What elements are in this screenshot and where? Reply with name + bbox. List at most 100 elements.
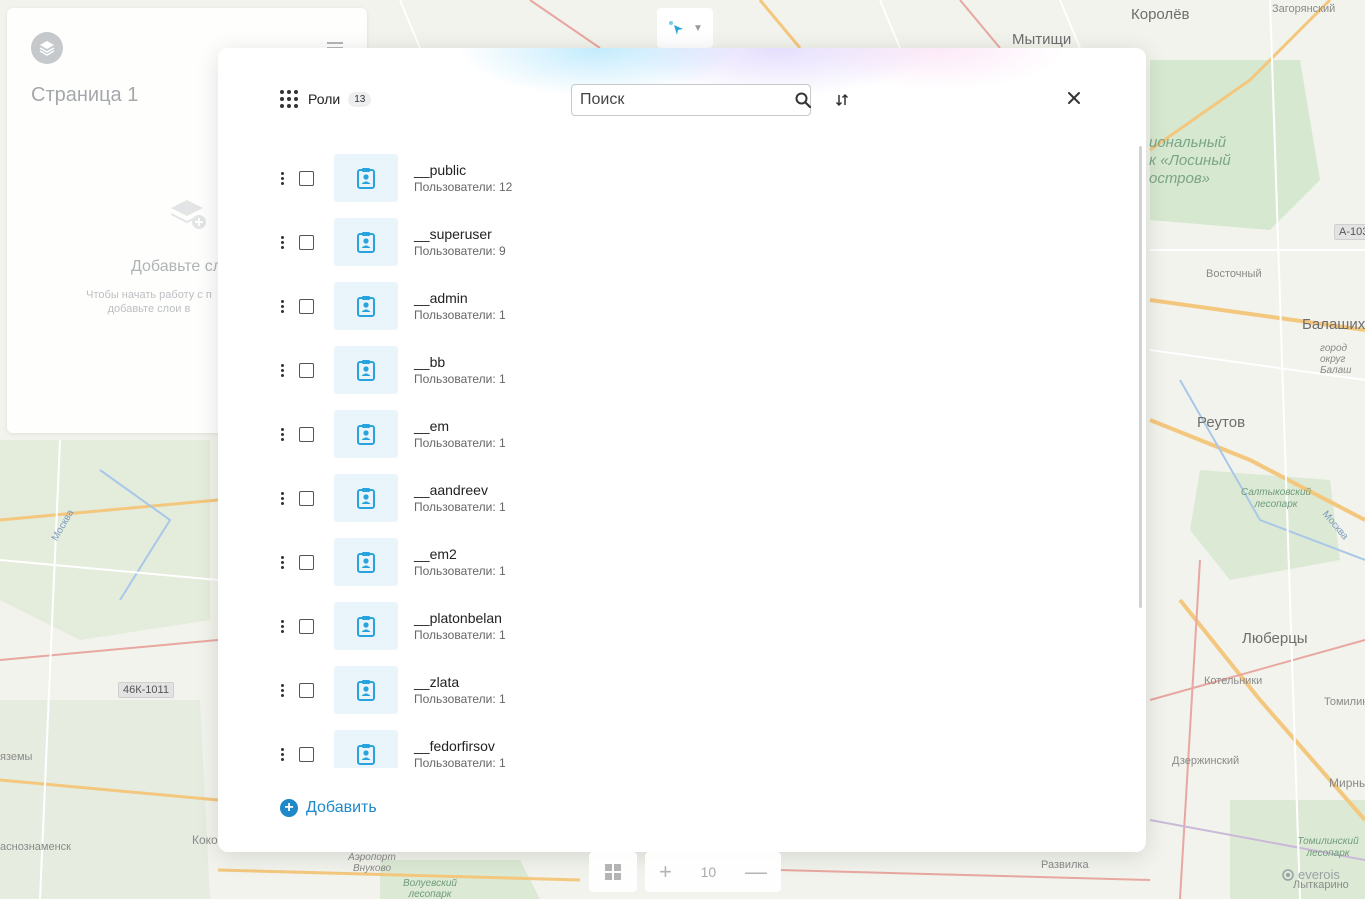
role-checkbox[interactable] xyxy=(299,746,314,762)
role-users-count: Пользователи: 1 xyxy=(414,692,506,706)
role-users-count: Пользователи: 9 xyxy=(414,244,506,258)
role-name: __superuser xyxy=(414,226,492,242)
roles-dialog: Роли 13 __public Пользователи: 12 __superu… xyxy=(218,48,1146,852)
close-icon[interactable] xyxy=(1064,88,1084,108)
apps-grid-icon xyxy=(280,90,298,108)
more-vertical-icon[interactable] xyxy=(270,358,294,382)
roles-list[interactable]: __public Пользователи: 12 __superuser Польз… xyxy=(270,146,1130,768)
road-badge: 46К-1011 xyxy=(118,682,174,698)
more-vertical-icon[interactable] xyxy=(270,742,294,766)
search-field xyxy=(571,84,811,116)
role-row[interactable]: __bb Пользователи: 1 xyxy=(270,338,1090,402)
road-badge: А-103 xyxy=(1334,224,1365,240)
grid-view-button[interactable] xyxy=(589,852,637,892)
role-info: __platonbelan Пользователи: 1 xyxy=(414,609,506,643)
dialog-title-group: Роли 13 xyxy=(280,90,372,108)
role-row[interactable]: __em Пользователи: 1 xyxy=(270,402,1090,466)
attribution-logo-icon xyxy=(1282,868,1294,881)
zoom-control: + 10 — xyxy=(645,852,781,892)
add-role-button[interactable]: + Добавить xyxy=(280,799,377,817)
role-name: __platonbelan xyxy=(414,610,502,626)
map-park-label: Томилинский лесопарк xyxy=(1297,836,1359,859)
role-row[interactable]: __em2 Пользователи: 1 xyxy=(270,530,1090,594)
role-info: __zlata Пользователи: 1 xyxy=(414,673,506,707)
dialog-title: Роли xyxy=(308,91,341,107)
search-icon[interactable] xyxy=(795,85,811,115)
role-checkbox[interactable] xyxy=(299,554,314,570)
map-park-label: город округ Балаш xyxy=(1320,343,1352,376)
more-vertical-icon[interactable] xyxy=(270,614,294,638)
role-users-count: Пользователи: 1 xyxy=(414,436,506,450)
map-label: Развилка xyxy=(1041,859,1089,871)
role-info: __em2 Пользователи: 1 xyxy=(414,545,506,579)
role-row[interactable]: __public Пользователи: 12 xyxy=(270,146,1090,210)
role-checkbox[interactable] xyxy=(299,170,314,186)
role-row[interactable]: __fedorfirsov Пользователи: 1 xyxy=(270,722,1090,768)
role-checkbox[interactable] xyxy=(299,298,314,314)
more-vertical-icon[interactable] xyxy=(270,486,294,510)
map-label: Томилино xyxy=(1324,696,1365,708)
select-tool-dropdown[interactable]: ▼ xyxy=(657,8,713,48)
role-checkbox[interactable] xyxy=(299,426,314,442)
role-info: __bb Пользователи: 1 xyxy=(414,353,506,387)
role-users-count: Пользователи: 12 xyxy=(414,180,513,194)
list-scrollbar[interactable] xyxy=(1139,146,1142,608)
map-label: Королёв xyxy=(1131,6,1190,23)
map-label: Реутов xyxy=(1197,414,1246,431)
add-role-label: Добавить xyxy=(306,799,377,816)
more-vertical-icon[interactable] xyxy=(270,294,294,318)
map-park-label: Волуевский лесопарк xyxy=(403,878,457,899)
role-users-count: Пользователи: 1 xyxy=(414,628,506,642)
map-label: Мытищи xyxy=(1012,31,1072,48)
zoom-level: 10 xyxy=(700,864,717,880)
role-name: __public xyxy=(414,162,467,178)
map-park-label: Аэропорт Внуково xyxy=(348,852,396,874)
more-vertical-icon[interactable] xyxy=(270,166,294,190)
map-label: Загорянский xyxy=(1272,3,1336,15)
map-label: Балашиха xyxy=(1302,316,1365,333)
role-row[interactable]: __platonbelan Пользователи: 1 xyxy=(270,594,1090,658)
sort-icon[interactable] xyxy=(832,90,852,110)
more-vertical-icon[interactable] xyxy=(270,422,294,446)
map-label: Восточный xyxy=(1206,268,1262,280)
role-checkbox[interactable] xyxy=(299,490,314,506)
role-badge-icon xyxy=(334,282,398,330)
role-name: __fedorfirsov xyxy=(414,738,495,754)
more-vertical-icon[interactable] xyxy=(270,230,294,254)
map-label: Мирны xyxy=(1329,776,1365,790)
role-row[interactable]: __zlata Пользователи: 1 xyxy=(270,658,1090,722)
zoom-in-button[interactable]: + xyxy=(659,861,672,883)
role-badge-icon xyxy=(334,602,398,650)
chevron-down-icon: ▼ xyxy=(693,22,703,34)
role-info: __public Пользователи: 12 xyxy=(414,161,512,195)
role-badge-icon xyxy=(334,730,398,768)
role-row[interactable]: __superuser Пользователи: 9 xyxy=(270,210,1090,274)
role-row[interactable]: __aandreev Пользователи: 1 xyxy=(270,466,1090,530)
role-users-count: Пользователи: 1 xyxy=(414,372,506,386)
page-title: Страница 1 xyxy=(31,84,139,106)
role-name: __em2 xyxy=(414,546,457,562)
role-row[interactable]: __admin Пользователи: 1 xyxy=(270,274,1090,338)
role-checkbox[interactable] xyxy=(299,618,314,634)
role-checkbox[interactable] xyxy=(299,234,314,250)
role-badge-icon xyxy=(334,218,398,266)
select-cursor-icon xyxy=(669,21,684,35)
search-input[interactable] xyxy=(572,85,795,115)
role-info: __em Пользователи: 1 xyxy=(414,417,506,451)
role-name: __admin xyxy=(414,290,468,306)
role-checkbox[interactable] xyxy=(299,682,314,698)
map-park-label: Салтыковский лесопарк xyxy=(1240,487,1312,510)
more-vertical-icon[interactable] xyxy=(270,550,294,574)
zoom-out-button[interactable]: — xyxy=(745,861,767,883)
map-park-label: остров» xyxy=(1149,170,1211,187)
role-badge-icon xyxy=(334,666,398,714)
role-users-count: Пользователи: 1 xyxy=(414,500,506,514)
map-attribution[interactable]: everois xyxy=(1282,867,1340,882)
role-badge-icon xyxy=(334,538,398,586)
empty-state-title: Добавьте сл xyxy=(131,258,223,275)
app-logo-icon[interactable] xyxy=(31,32,63,64)
more-vertical-icon[interactable] xyxy=(270,678,294,702)
role-checkbox[interactable] xyxy=(299,362,314,378)
map-label: Котельники xyxy=(1204,675,1263,687)
role-badge-icon xyxy=(334,154,398,202)
